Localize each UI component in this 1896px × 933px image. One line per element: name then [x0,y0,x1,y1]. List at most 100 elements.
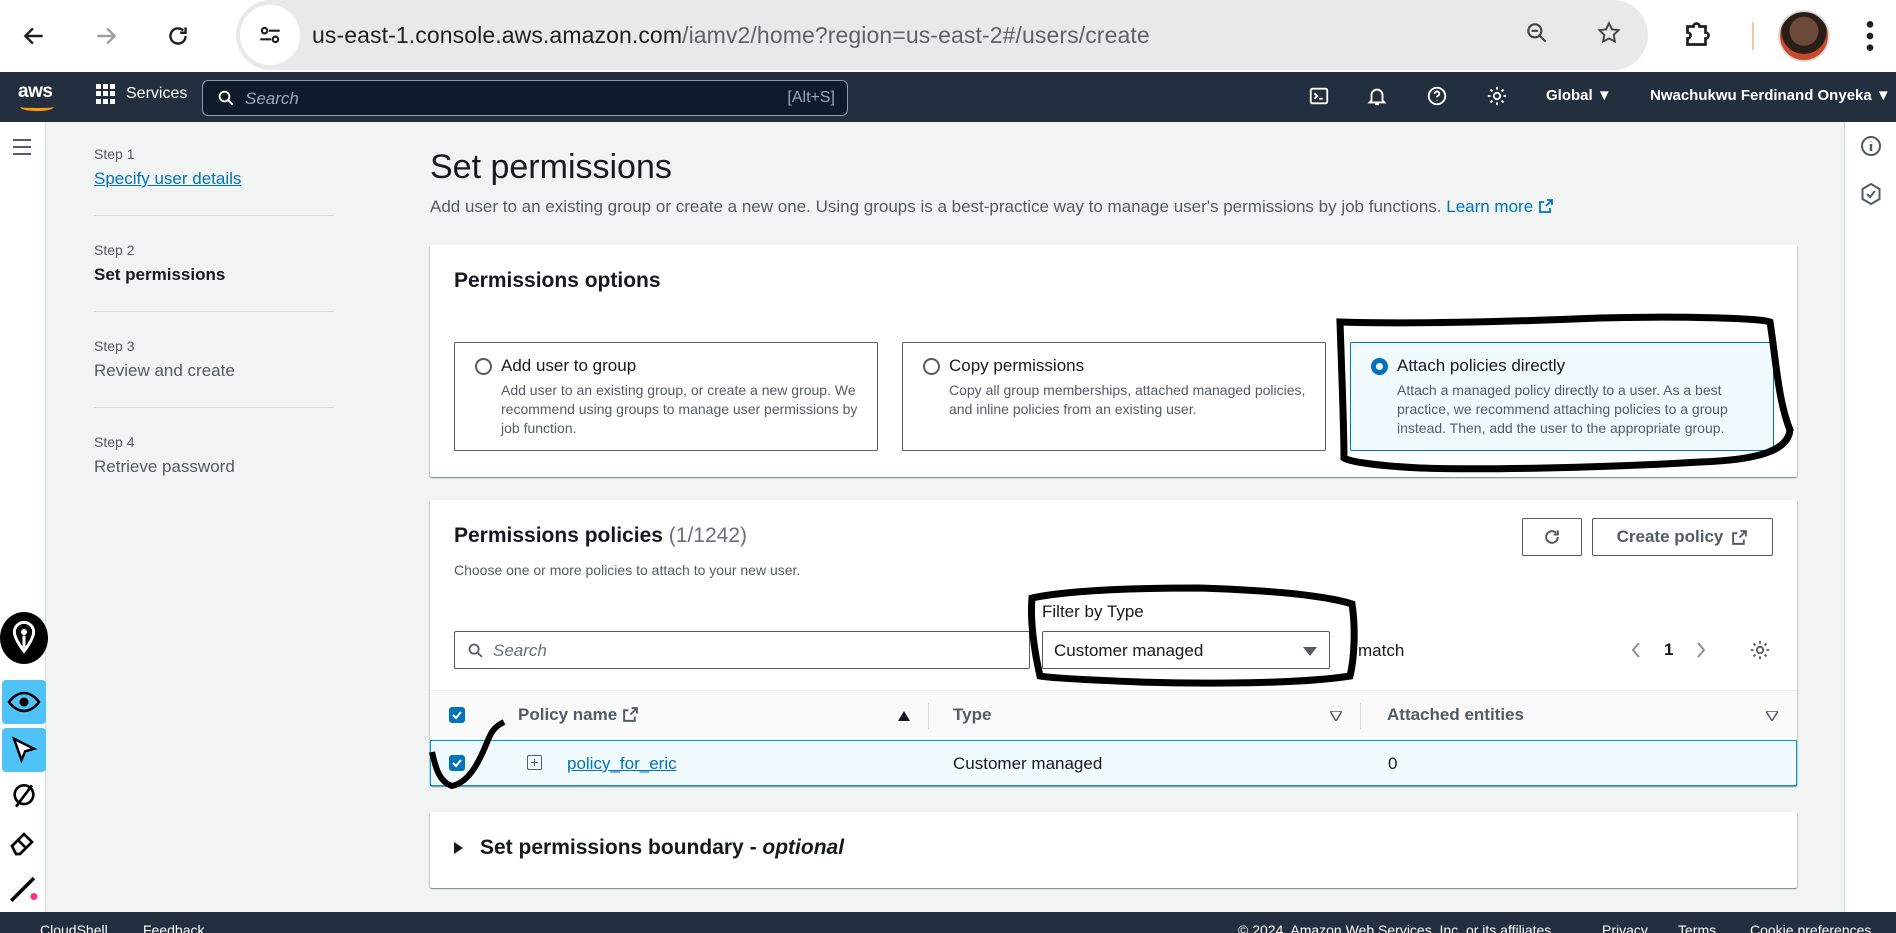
permissions-options-panel: Permissions options Add user to group Ad… [430,245,1797,477]
column-label: Policy name [518,705,618,724]
description-text: Add user to an existing group or create … [430,197,1442,216]
privacy-link[interactable]: Privacy [1602,922,1648,933]
info-icon[interactable] [1859,134,1883,158]
search-placeholder: Search [245,89,299,108]
row-checkbox[interactable] [449,755,465,771]
url-text[interactable]: us-east-1.console.aws.amazon.com/iamv2/h… [312,22,1150,49]
wizard-step: Step 4 Retrieve password [94,434,334,503]
reload-icon[interactable] [156,14,200,58]
services-menu[interactable]: Services [96,84,187,104]
step-number: Step 1 [94,146,135,162]
radio-button[interactable] [475,358,492,375]
notifications-bell-icon[interactable] [1366,85,1388,112]
chevron-right-icon[interactable] [1695,641,1707,659]
profile-avatar[interactable] [1778,10,1830,62]
expand-row-icon[interactable] [527,755,542,770]
chevron-left-icon[interactable] [1630,641,1642,659]
step-number: Step 2 [94,242,135,258]
boundary-title-text: Set permissions boundary - [480,836,763,859]
learn-more-link[interactable]: Learn more [1446,197,1554,216]
url-path: /iamv2/home?region=us-east-2#/users/crea… [682,22,1150,48]
option-attach-policies-directly[interactable]: Attach policies directly Attach a manage… [1350,342,1774,451]
help-icon[interactable] [1426,85,1448,112]
panel-heading: Permissions options [454,269,661,292]
settings-gear-icon[interactable] [1486,85,1508,112]
boundary-optional: optional [762,836,845,859]
feedback-link[interactable]: Feedback [143,922,204,933]
cursor-arrow-icon[interactable] [2,728,46,772]
column-attached-entities[interactable]: Attached entities [1387,705,1524,725]
sort-ascending-icon[interactable] [898,711,910,721]
page-number[interactable]: 1 [1664,640,1673,660]
address-bar[interactable]: us-east-1.console.aws.amazon.com/iamv2/h… [236,0,1648,70]
table-row[interactable]: policy_for_eric Customer managed 0 [430,740,1797,786]
refresh-icon [1545,530,1559,544]
refresh-button[interactable] [1522,518,1582,556]
site-info-icon[interactable] [240,5,300,65]
cookie-preferences-link[interactable]: Cookie preferences [1750,922,1871,933]
option-description: Copy all group memberships, attached man… [949,382,1306,417]
right-rail [1844,122,1896,912]
table-header: Policy name Type Attached entities [430,690,1797,740]
feedback-hexagon-icon[interactable] [1859,182,1883,206]
wizard-step: Step 3 Review and create [94,338,334,408]
bookmark-star-icon[interactable] [1596,20,1622,51]
region-selector[interactable]: Global ▼ [1546,87,1612,104]
option-copy-permissions[interactable]: Copy permissions Copy all group membersh… [902,342,1326,451]
expand-triangle-icon[interactable] [454,842,463,854]
search-placeholder: Search [493,641,547,660]
select-all-checkbox[interactable] [449,707,465,723]
match-label: match [1358,641,1405,660]
caret-down-icon [1303,647,1317,656]
step-link-specify-user[interactable]: Specify user details [94,169,334,189]
lasso-icon[interactable] [2,774,46,818]
cloudshell-icon[interactable] [1308,85,1330,112]
sort-caret-icon[interactable] [1330,711,1342,721]
table-settings-gear-icon[interactable] [1749,639,1771,661]
permissions-policies-panel: Permissions policies (1/1242) Choose one… [430,500,1797,786]
back-arrow-icon[interactable] [12,14,56,58]
option-add-user-to-group[interactable]: Add user to group Add user to an existin… [454,342,878,451]
wizard-step: Step 1 Specify user details [94,146,334,216]
column-policy-name[interactable]: Policy name [518,705,639,725]
external-link-icon [623,707,638,722]
eye-icon[interactable] [2,680,46,724]
column-type[interactable]: Type [953,705,991,725]
sort-caret-icon[interactable] [1766,711,1778,721]
aws-logo[interactable]: aws [18,81,58,113]
more-menu-icon[interactable] [1862,16,1878,61]
cloudshell-link[interactable]: CloudShell [40,922,108,933]
policy-search-input[interactable]: Search [454,631,1030,669]
create-policy-button[interactable]: Create policy [1592,518,1773,556]
aws-top-nav: aws Services Search [Alt+S] Global ▼ Nwa… [0,72,1896,122]
search-icon [467,642,484,664]
option-title: Copy permissions [949,356,1085,375]
pen-tool-icon[interactable] [2,866,46,910]
extensions-icon[interactable] [1680,16,1716,57]
policy-type: Customer managed [953,754,1103,773]
wizard-step: Step 2 Set permissions [94,242,334,312]
radio-button-selected[interactable] [1371,358,1388,375]
column-divider [928,703,929,729]
policy-name-link[interactable]: policy_for_eric [567,754,677,774]
filter-type-select[interactable]: Customer managed [1042,631,1330,669]
account-menu[interactable]: Nwachukwu Ferdinand Onyeka ▼ [1650,87,1891,104]
step-number: Step 4 [94,434,135,450]
pin-icon[interactable] [0,612,48,664]
panel-subtitle: Choose one or more policies to attach to… [454,562,801,578]
radio-button[interactable] [923,358,940,375]
zoom-icon[interactable] [1524,20,1550,51]
permissions-boundary-section[interactable]: Set permissions boundary - optional [430,812,1797,888]
aws-search-input[interactable]: Search [Alt+S] [202,80,848,116]
search-shortcut: [Alt+S] [787,89,835,106]
eraser-icon[interactable] [2,820,46,864]
terms-link[interactable]: Terms [1678,922,1716,933]
forward-arrow-icon[interactable] [84,14,128,58]
page-description: Add user to an existing group or create … [430,197,1554,217]
copyright-text: © 2024, Amazon Web Services, Inc. or its… [1238,922,1556,933]
option-description: Attach a managed policy directly to a us… [1397,382,1728,436]
attached-entities-count: 0 [1388,754,1398,773]
learn-more-label: Learn more [1446,197,1534,216]
console-footer: CloudShell Feedback © 2024, Amazon Web S… [0,912,1896,933]
hamburger-menu-icon[interactable] [11,137,33,162]
